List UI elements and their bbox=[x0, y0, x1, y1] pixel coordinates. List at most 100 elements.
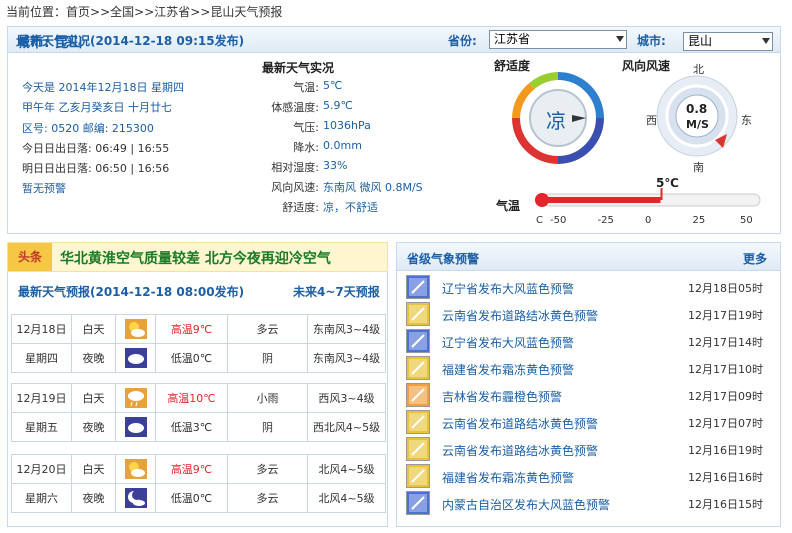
alert-link[interactable]: 内蒙古自治区发布大风蓝色预警 bbox=[442, 496, 610, 513]
forecast-period: 夜晚 bbox=[71, 483, 116, 513]
wind-title: 风向风速 bbox=[622, 59, 671, 73]
alert-item[interactable]: 内蒙古自治区发布大风蓝色预警 12月16日15时 bbox=[406, 490, 771, 516]
forecast-icon-cell bbox=[115, 454, 156, 484]
temp-tick-label: -25 bbox=[597, 215, 614, 226]
observation-value: 1036hPa bbox=[323, 119, 371, 132]
forecast-temp: 高温9℃ bbox=[155, 314, 228, 344]
dir-north: 北 bbox=[693, 63, 704, 76]
forecast-wind: 西风3~4级 bbox=[307, 383, 386, 413]
temp-tick-label: C bbox=[536, 215, 543, 226]
alert-link[interactable]: 辽宁省发布大风蓝色预警 bbox=[442, 280, 574, 297]
forecast-temp: 低温0℃ bbox=[155, 483, 228, 513]
forecast-icon-cell bbox=[115, 483, 156, 513]
wind-speed: 0.8 bbox=[686, 102, 708, 116]
forecast-condition: 阴 bbox=[227, 412, 308, 442]
cloudy-night-icon bbox=[124, 488, 147, 508]
forecast-title: 最新天气预报(2014-12-18 08:00发布) bbox=[18, 285, 245, 299]
alert-item[interactable]: 云南省发布道路结冰黄色预警 12月16日19时 bbox=[406, 436, 771, 462]
forecast-temp: 低温0℃ bbox=[155, 343, 228, 373]
observation-key: 风向风速: bbox=[271, 181, 319, 194]
alerts-more-link[interactable]: 更多 bbox=[743, 250, 767, 267]
breadcrumb-home-link[interactable]: 首页 bbox=[66, 5, 90, 19]
alert-link[interactable]: 福建省发布霜冻黄色预警 bbox=[442, 469, 574, 486]
no-warning-link[interactable]: 暂无预警 bbox=[22, 180, 66, 196]
forecast-temp: 高温9℃ bbox=[155, 454, 228, 484]
headline-link[interactable]: 华北黄淮空气质量较差 北方今夜再迎冷空气 bbox=[60, 248, 331, 268]
alert-item[interactable]: 福建省发布霜冻黄色预警 12月16日16时 bbox=[406, 463, 771, 489]
area-codes: 区号: 0520 邮编: 215300 bbox=[22, 122, 154, 135]
breadcrumb-province-link[interactable]: 江苏省 bbox=[154, 5, 190, 19]
alert-time: 12月17日19时 bbox=[688, 309, 763, 322]
alert-link[interactable]: 云南省发布道路结冰黄色预警 bbox=[442, 415, 598, 432]
temp-bar-title: 气温 bbox=[496, 199, 521, 213]
forecast-icon-cell bbox=[115, 343, 156, 373]
breadcrumb-prefix: 当前位置： bbox=[6, 5, 67, 19]
road-icing-warning-icon bbox=[406, 437, 430, 461]
alert-link[interactable]: 吉林省发布霾橙色预警 bbox=[442, 388, 562, 405]
comfort-value: 凉 bbox=[546, 109, 566, 133]
forecast-condition: 阴 bbox=[227, 343, 308, 373]
partly-cloudy-icon bbox=[124, 459, 147, 479]
forecast-icon-cell bbox=[115, 383, 156, 413]
forecast-date: 12月19日 bbox=[11, 383, 72, 413]
light-rain-icon bbox=[124, 388, 147, 408]
dir-east: 东 bbox=[741, 114, 752, 127]
forecast-more-link[interactable]: 未来4~7天预报 bbox=[293, 283, 380, 300]
observation-key: 体感温度: bbox=[271, 101, 319, 114]
city-select-value: 昆山 bbox=[688, 34, 713, 48]
observation-key: 降水: bbox=[293, 141, 319, 154]
forecast-row-night: 星期五 夜晚 低温3℃ 阴西北风4~5级 bbox=[11, 412, 386, 442]
breadcrumb-sep: >> bbox=[90, 5, 111, 19]
observation-key: 气温: bbox=[293, 81, 319, 94]
alert-item[interactable]: 辽宁省发布大风蓝色预警 12月17日14时 bbox=[406, 328, 771, 354]
alert-link[interactable]: 福建省发布霜冻黄色预警 bbox=[442, 361, 574, 378]
wind-unit: M/S bbox=[686, 118, 709, 131]
observation-value: 东南风 微风 0.8M/S bbox=[323, 181, 423, 194]
forecast-row-night: 星期六 夜晚 低温0℃ 多云 北风4~5级 bbox=[11, 483, 386, 513]
forecast-date: 12月18日 bbox=[11, 314, 72, 344]
headline-tag: 头条 bbox=[8, 243, 52, 271]
gale-warning-icon bbox=[406, 491, 430, 515]
forecast-period: 夜晚 bbox=[71, 343, 116, 373]
alert-link[interactable]: 辽宁省发布大风蓝色预警 bbox=[442, 334, 574, 351]
forecast-wind: 东南风3~4级 bbox=[307, 343, 386, 373]
overcast-night-icon bbox=[124, 348, 147, 368]
alert-time: 12月17日07时 bbox=[688, 417, 763, 430]
partly-cloudy-icon bbox=[124, 319, 147, 339]
lunar-date: 甲午年 乙亥月癸亥日 十月廿七 bbox=[22, 101, 172, 114]
alert-time: 12月17日14时 bbox=[688, 336, 763, 349]
forecast-day-table: 12月18日 白天 高温9℃ 多云 东南风3~4级 星期四 夜晚 低温0℃ 阴东南风3~4级 bbox=[11, 314, 386, 373]
forecast-condition: 多云 bbox=[227, 314, 308, 344]
forecast-row-day: 12月20日 白天 高温9℃ 多云 北风4~5级 bbox=[11, 454, 386, 484]
city-label: 城市: bbox=[637, 34, 666, 48]
alert-time: 12月17日09时 bbox=[688, 390, 763, 403]
forecast-wind: 西北风4~5级 bbox=[307, 412, 386, 442]
forecast-temp: 低温3℃ bbox=[155, 412, 228, 442]
alert-time: 12月17日10时 bbox=[688, 363, 763, 376]
dir-south: 南 bbox=[693, 161, 704, 174]
forecast-condition: 多云 bbox=[227, 483, 308, 513]
chevron-down-icon bbox=[762, 38, 770, 44]
chevron-down-icon bbox=[616, 36, 624, 42]
alert-item[interactable]: 辽宁省发布大风蓝色预警 12月18日05时 bbox=[406, 274, 771, 300]
headline-bar[interactable]: 头条 华北黄淮空气质量较差 北方今夜再迎冷空气 bbox=[7, 242, 388, 272]
city-name: 城市: 昆山 bbox=[16, 35, 83, 51]
city-select[interactable]: 昆山 bbox=[683, 32, 773, 51]
alert-item[interactable]: 云南省发布道路结冰黄色预警 12月17日07时 bbox=[406, 409, 771, 435]
forecast-wind: 北风4~5级 bbox=[307, 483, 386, 513]
dir-west: 西 bbox=[646, 114, 657, 127]
forecast-row-night: 星期四 夜晚 低温0℃ 阴东南风3~4级 bbox=[11, 343, 386, 373]
alert-item[interactable]: 福建省发布霜冻黄色预警 12月17日10时 bbox=[406, 355, 771, 381]
breadcrumb-country-link[interactable]: 全国 bbox=[110, 5, 134, 19]
forecast-period: 白天 bbox=[71, 383, 116, 413]
alert-item[interactable]: 吉林省发布霾橙色预警 12月17日09时 bbox=[406, 382, 771, 408]
alert-link[interactable]: 云南省发布道路结冰黄色预警 bbox=[442, 307, 598, 324]
province-select[interactable]: 江苏省 bbox=[489, 30, 627, 49]
alert-item[interactable]: 云南省发布道路结冰黄色预警 12月17日19时 bbox=[406, 301, 771, 327]
road-icing-warning-icon bbox=[406, 302, 430, 326]
temp-tick-label: 50 bbox=[740, 215, 753, 226]
alert-time: 12月18日05时 bbox=[688, 282, 763, 295]
today-date: 今天是 2014年12月18日 星期四 bbox=[22, 81, 184, 94]
forecast-day-table: 12月20日 白天 高温9℃ 多云 北风4~5级 星期六 夜晚 低温0℃ 多云 北风4~5级 bbox=[11, 454, 386, 513]
alert-link[interactable]: 云南省发布道路结冰黄色预警 bbox=[442, 442, 598, 459]
